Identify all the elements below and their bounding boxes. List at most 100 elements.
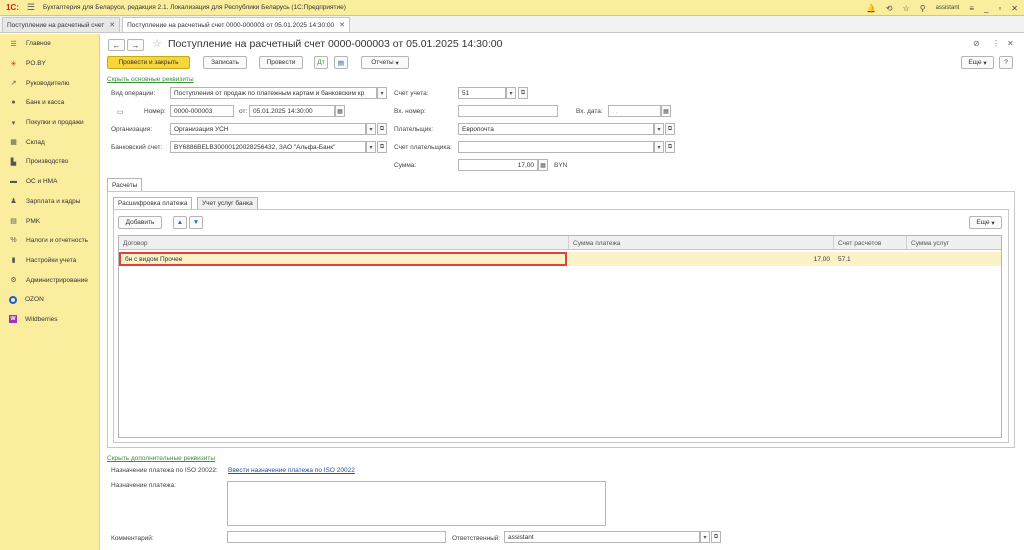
open-link-icon[interactable]: ⧉ <box>377 141 387 153</box>
sum-field[interactable]: 17,00 <box>458 159 538 171</box>
open-link-icon[interactable]: ⧉ <box>711 531 721 543</box>
sum-label: Сумма: <box>394 162 417 169</box>
tab-bank-services[interactable]: Учет услуг банка <box>197 197 258 209</box>
sidebar-item-assets[interactable]: ▬ ОС и НМА <box>0 172 99 192</box>
chevron-down-icon[interactable]: ▾ <box>366 123 376 135</box>
add-row-button[interactable]: Добавить <box>118 216 162 229</box>
payer-field[interactable]: Европочта <box>458 123 654 135</box>
chevron-down-icon[interactable]: ▾ <box>366 141 376 153</box>
sidebar-item-purchases-sales[interactable]: ▾ Покупки и продажи <box>0 113 99 133</box>
chevron-down-icon[interactable]: ▾ <box>377 87 387 99</box>
move-up-icon[interactable]: ▲ <box>173 216 187 229</box>
sidebar-item-ozon[interactable]: OZON <box>0 290 99 310</box>
column-contract[interactable]: Договор <box>119 236 569 250</box>
column-account[interactable]: Счет расчетов <box>834 236 907 250</box>
column-amount[interactable]: Сумма платежа <box>569 236 834 250</box>
move-down-icon[interactable]: ▼ <box>189 216 203 229</box>
favorite-star-icon[interactable]: ☆ <box>152 37 162 50</box>
post-button[interactable]: Провести <box>259 56 303 69</box>
close-form-icon[interactable]: ✕ <box>1007 39 1014 48</box>
favorites-icon[interactable]: ☆ <box>903 4 910 13</box>
search-icon[interactable]: ⚲ <box>920 4 926 13</box>
payer-account-label: Счет плательщика: <box>394 144 452 151</box>
link-icon[interactable]: ⊘ <box>973 39 980 48</box>
save-button[interactable]: Записать <box>203 56 247 69</box>
incoming-number-field[interactable] <box>458 105 558 117</box>
sidebar-item-admin[interactable]: ⚙ Администрирование <box>0 270 99 290</box>
sidebar-item-bank[interactable]: ● Банк и касса <box>0 93 99 113</box>
calendar-icon[interactable]: ▦ <box>335 105 345 117</box>
hide-main-requisites-link[interactable]: Скрыть основные реквизиты <box>107 76 194 83</box>
sections-panel: ☰ Главное ✳ PO.BY ↗ Руководителю ● Банк и ка… <box>0 34 100 550</box>
table-more-button[interactable]: Еще ▾ <box>969 216 1002 229</box>
comment-field[interactable] <box>227 531 446 543</box>
chevron-down-icon[interactable]: ▾ <box>654 141 664 153</box>
sidebar-item-pmk[interactable]: ▤ PMK <box>0 211 99 231</box>
number-field[interactable]: 0000-000003 <box>170 105 234 117</box>
calculator-icon[interactable]: ▦ <box>538 159 548 171</box>
reports-button[interactable]: Отчеты ▾ <box>361 56 409 69</box>
open-link-icon[interactable]: ⧉ <box>665 123 675 135</box>
page-title: Поступление на расчетный счет 0000-00000… <box>168 38 503 50</box>
sidebar-item-poby[interactable]: ✳ PO.BY <box>0 54 99 74</box>
cell-amount[interactable]: 17,00 <box>569 252 834 266</box>
warehouse-icon: ▦ <box>10 139 17 147</box>
cell-services[interactable] <box>907 252 1001 266</box>
more-vertical-icon[interactable]: ⋮ <box>992 39 1000 48</box>
dt-kt-icon[interactable]: Дт <box>314 56 328 69</box>
incoming-date-field[interactable]: . . <box>608 105 661 117</box>
payer-account-field[interactable] <box>458 141 654 153</box>
sidebar-item-production[interactable]: ▙ Производство <box>0 152 99 172</box>
settings-menu-icon[interactable]: ≡ <box>969 4 974 13</box>
tab-settlements[interactable]: Расчеты <box>107 178 143 192</box>
chevron-down-icon[interactable]: ▾ <box>506 87 516 99</box>
chevron-down-icon[interactable]: ▾ <box>654 123 664 135</box>
sidebar-item-director[interactable]: ↗ Руководителю <box>0 73 99 93</box>
cell-contract[interactable]: бн с видом Прочее <box>119 252 567 266</box>
hide-extra-requisites-link[interactable]: Скрыть дополнительные реквизиты <box>107 455 215 462</box>
ozon-icon <box>9 295 17 304</box>
tab-receipt-document[interactable]: Поступление на расчетный счет 0000-00000… <box>122 17 351 32</box>
main-menu-icon[interactable]: ☰ <box>27 2 35 13</box>
chevron-down-icon[interactable]: ▾ <box>700 531 710 543</box>
sidebar-item-warehouse[interactable]: ▦ Склад <box>0 132 99 152</box>
post-and-close-button[interactable]: Провести и закрыть <box>107 56 190 69</box>
current-user[interactable]: assistant <box>936 5 960 11</box>
history-icon[interactable]: ⟲ <box>886 4 893 13</box>
bank-account-field[interactable]: BY6886BELB30000120028256432, ЗАО "Альфа-… <box>170 141 366 153</box>
tab-bank-receipts[interactable]: Поступление на расчетный счет ✕ <box>2 17 121 32</box>
date-field[interactable]: 05.01.2025 14:30:00 <box>249 105 335 117</box>
payment-purpose-textarea[interactable] <box>227 481 606 526</box>
number-edit-icon[interactable]: ▭ <box>117 108 124 116</box>
sidebar-item-main[interactable]: ☰ Главное <box>0 34 99 54</box>
iso-purpose-link[interactable]: Ввести назначение платежа по ISO 20022 <box>228 467 355 474</box>
open-link-icon[interactable]: ⧉ <box>665 141 675 153</box>
help-button[interactable]: ? <box>999 56 1013 69</box>
open-link-icon[interactable]: ⧉ <box>377 123 387 135</box>
forward-button[interactable]: → <box>127 39 144 51</box>
notification-icon[interactable]: 🔔 <box>866 4 876 13</box>
minimize-icon[interactable]: _ <box>984 4 988 13</box>
open-link-icon[interactable]: ⧉ <box>518 87 528 99</box>
responsible-field[interactable]: assistant <box>504 531 700 543</box>
close-icon[interactable]: ✕ <box>109 21 115 29</box>
calendar-icon[interactable]: ▦ <box>661 105 671 117</box>
print-icon[interactable]: ▤ <box>334 56 348 69</box>
operation-type-field[interactable]: Поступления от продаж по платежным карта… <box>170 87 377 99</box>
reports-label: Отчеты <box>371 59 394 66</box>
close-window-icon[interactable]: ✕ <box>1011 4 1018 13</box>
tab-payment-breakdown[interactable]: Расшифровка платежа <box>113 197 193 209</box>
account-field[interactable]: 51 <box>458 87 506 99</box>
sidebar-item-taxes[interactable]: % Налоги и отчетность <box>0 231 99 251</box>
organization-field[interactable]: Организация УСН <box>170 123 366 135</box>
back-button[interactable]: ← <box>108 39 125 51</box>
close-icon[interactable]: ✕ <box>339 21 345 29</box>
table-row[interactable]: бн с видом Прочее 17,00 57.1 <box>119 252 1001 266</box>
restore-icon[interactable]: ▫ <box>998 4 1001 13</box>
more-button[interactable]: Еще ▾ <box>961 56 994 69</box>
cell-account[interactable]: 57.1 <box>834 252 907 266</box>
sidebar-item-settings[interactable]: ▮ Настройки учета <box>0 251 99 271</box>
sidebar-item-salary[interactable]: ♟ Зарплата и кадры <box>0 192 99 212</box>
column-services[interactable]: Сумма услуг <box>907 236 1001 250</box>
sidebar-item-wildberries[interactable]: W Wildberries <box>0 310 99 330</box>
